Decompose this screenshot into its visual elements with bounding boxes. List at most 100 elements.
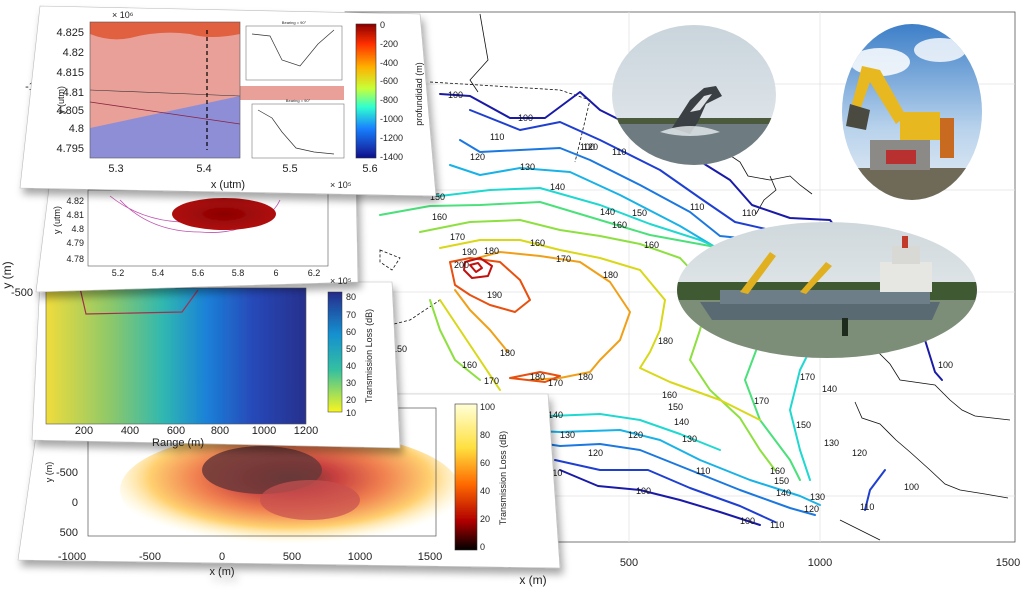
y-axis-label: y (m) xyxy=(0,261,14,288)
contour-label: 100 xyxy=(904,482,919,492)
inset-profile-bottom xyxy=(251,103,345,159)
contour-label: 100 xyxy=(448,90,463,100)
contour-label: 150 xyxy=(774,476,789,486)
y-tick-label: 4.8 xyxy=(69,123,84,135)
contour-label: 140 xyxy=(548,410,563,420)
contour-label: 160 xyxy=(612,220,627,230)
contour-label: 100 xyxy=(636,486,651,496)
y-tick-label: 500 xyxy=(60,527,78,539)
contour-label: 110 xyxy=(612,147,626,157)
x-tick-label: 200 xyxy=(75,425,93,437)
contour-label: 170 xyxy=(548,378,563,388)
x-tick-label: 5.6 xyxy=(192,268,205,278)
colorbar-label: Transmission Loss (dB) xyxy=(364,309,374,403)
contour-label: 140 xyxy=(674,417,689,427)
inset-title: Bearing = 90° xyxy=(282,20,307,25)
y-tick-label: 0 xyxy=(72,497,78,509)
inset-profile-top xyxy=(245,25,343,81)
track-cluster xyxy=(172,198,276,230)
contour-label: 180 xyxy=(658,336,673,346)
contour-label: 120 xyxy=(804,504,819,514)
contour-label: 190 xyxy=(487,290,502,300)
contour-label: 140 xyxy=(600,207,615,217)
colorbar-tick: 80 xyxy=(346,292,356,302)
colorbar-tick: 40 xyxy=(346,361,356,371)
contour-label: 110 xyxy=(742,208,756,218)
x-tick-label: 0 xyxy=(219,551,225,563)
contour-label: 160 xyxy=(462,360,477,370)
colorbar-tick: 0 xyxy=(380,20,385,30)
contour-label: 110 xyxy=(696,466,710,476)
colorbar-label: profundidad (m) xyxy=(414,62,424,126)
contour-label: 120 xyxy=(852,448,867,458)
colorbar-tick: -800 xyxy=(380,95,398,105)
colorbar-tick: 0 xyxy=(480,542,485,552)
contour-figure: 100 100 110 120 130 140 150 160 170 180 … xyxy=(0,5,1020,587)
colorbar-tick: 30 xyxy=(346,378,356,388)
range-colorbar xyxy=(327,291,343,413)
contour-label: 170 xyxy=(556,254,571,264)
y-axis-label: y (m) xyxy=(44,462,54,483)
x-tick-label: 5.6 xyxy=(362,163,377,175)
contour-label: 160 xyxy=(770,466,785,476)
colorbar-tick: -1400 xyxy=(380,152,403,162)
x-tick-label: 1000 xyxy=(252,425,276,437)
contour-label: 200 xyxy=(454,260,469,270)
contour-label: 190 xyxy=(462,247,477,257)
y-tick-label: 4.82 xyxy=(66,196,84,206)
x-tick-label: 1000 xyxy=(348,551,372,563)
x-tick-label: 5.2 xyxy=(112,268,125,278)
y-tick-label: 4.795 xyxy=(56,143,84,155)
colorbar-tick: 50 xyxy=(346,344,356,354)
colorbar-tick: -200 xyxy=(380,39,398,49)
colorbar-tick: 10 xyxy=(346,408,356,418)
contour-label: 150 xyxy=(632,208,647,218)
x-tick-label: 500 xyxy=(283,551,301,563)
y-tick-label: 4.825 xyxy=(56,27,84,39)
colorbar-tick: 70 xyxy=(346,310,356,320)
x-tick-label: 5.4 xyxy=(196,163,211,175)
contour-label: 180 xyxy=(530,372,545,382)
y-exponent: × 10⁶ xyxy=(112,10,134,20)
x-axis-label: Range (m) xyxy=(152,437,204,449)
bathy-colorbar xyxy=(355,23,377,159)
x-exponent: × 10⁵ xyxy=(330,276,352,286)
contour-label: 110 xyxy=(690,202,704,212)
panel-bathymetry: Bearing = 90° Bearing = 90° 0 -200 -400 … xyxy=(19,5,437,197)
contour-label: 170 xyxy=(450,232,465,242)
colorbar-tick: 20 xyxy=(346,395,356,405)
contour-label: 110 xyxy=(860,502,874,512)
x-axis-label: x (m) xyxy=(209,566,234,578)
colorbar-tick: -600 xyxy=(380,76,398,86)
contour-label: 120 xyxy=(470,152,485,162)
y-tick-label: 4.82 xyxy=(63,47,84,59)
x-tick-label: 5.8 xyxy=(232,268,245,278)
contour-label: 180 xyxy=(578,372,593,382)
contour-label: 170 xyxy=(484,376,499,386)
contour-label: 170 xyxy=(800,372,815,382)
contour-label: 160 xyxy=(644,240,659,250)
photo-excavator xyxy=(842,24,982,200)
panel-range-depth: 80 70 60 50 40 30 20 10 Transmission Los… xyxy=(31,281,401,449)
y-tick-label: 4.815 xyxy=(56,67,84,79)
x-tick-label: -500 xyxy=(139,551,161,563)
x-axis-label: x (m) xyxy=(519,573,546,587)
contour-label: 180 xyxy=(500,348,515,358)
contour-label: 110 xyxy=(490,132,504,142)
y-tick-label: 4.81 xyxy=(66,210,84,220)
contour-label: 140 xyxy=(776,488,791,498)
contour-label: 160 xyxy=(530,238,545,248)
x-tick-label: 600 xyxy=(167,425,185,437)
photo-dredger xyxy=(677,222,977,358)
x-tick-label: 6 xyxy=(273,268,278,278)
colorbar-tick: 60 xyxy=(346,327,356,337)
colorbar-tick: 20 xyxy=(480,514,490,524)
contour-label: 180 xyxy=(484,246,499,256)
x-tick-label: 1200 xyxy=(294,425,318,437)
y-tick-label: 4.8 xyxy=(71,224,84,234)
contour-label: 100 xyxy=(740,516,755,526)
contour-label: 160 xyxy=(432,212,447,222)
y-axis-label: y (utm) xyxy=(52,206,62,234)
inset-title: Bearing = 90° xyxy=(286,98,311,103)
y-tick-label: -500 xyxy=(11,287,33,299)
